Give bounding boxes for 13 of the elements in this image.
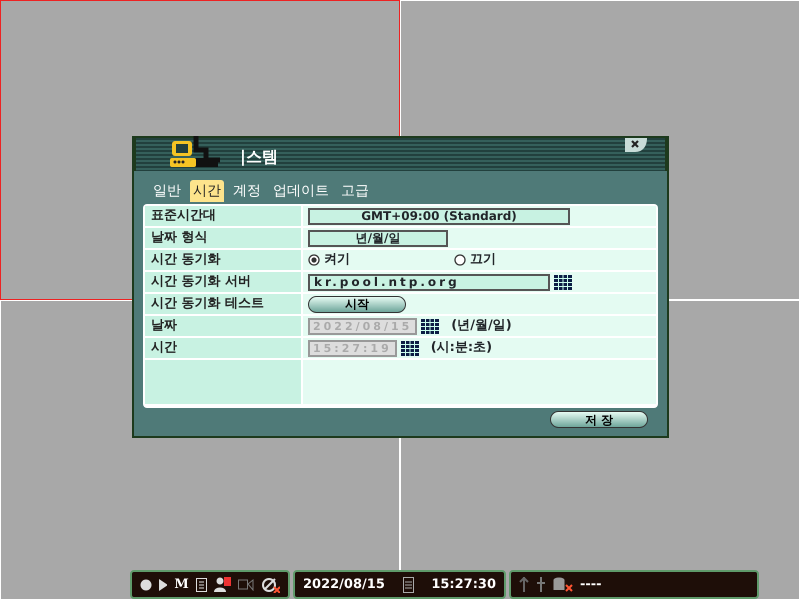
field-label: 표준시간대 [145,206,301,226]
format-hint: (시:분:초) [430,339,492,358]
field-label: 시간 [145,338,301,358]
field-label: 날짜 형식 [145,228,301,248]
status-date: 2022/08/15 [303,576,385,594]
dialog-title: |스템 [240,146,278,168]
field-label: 시간 동기화 서버 [145,272,301,292]
format-hint: (년/월/일) [451,317,512,336]
field-label: 시간 동기화 [145,250,301,270]
storage-status: ---- [580,576,602,594]
field-label: 날짜 [145,316,301,336]
status-time: 15:27:30 [431,576,496,594]
field-label: 시간 동기화 테스트 [145,294,301,314]
